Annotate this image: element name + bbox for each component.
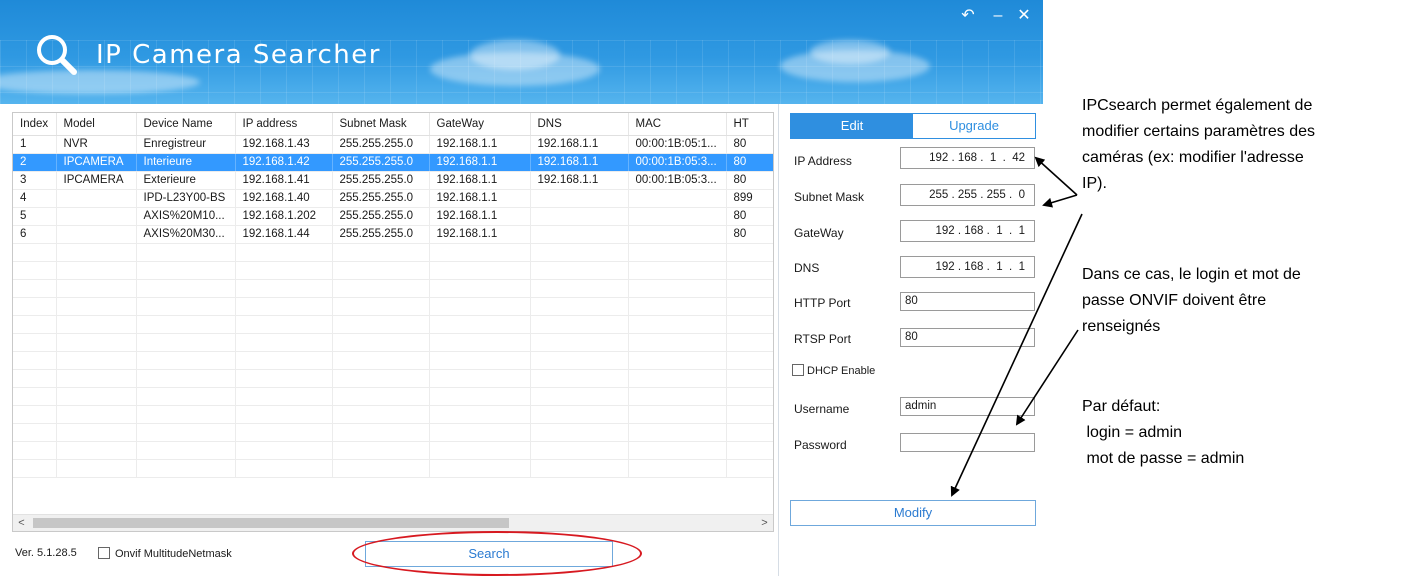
arrow-to-credentials <box>1015 329 1079 426</box>
annotation-arrows <box>950 156 1083 497</box>
arrow-to-ip-address <box>1034 156 1078 196</box>
arrow-to-subnet-mask <box>1042 194 1078 208</box>
